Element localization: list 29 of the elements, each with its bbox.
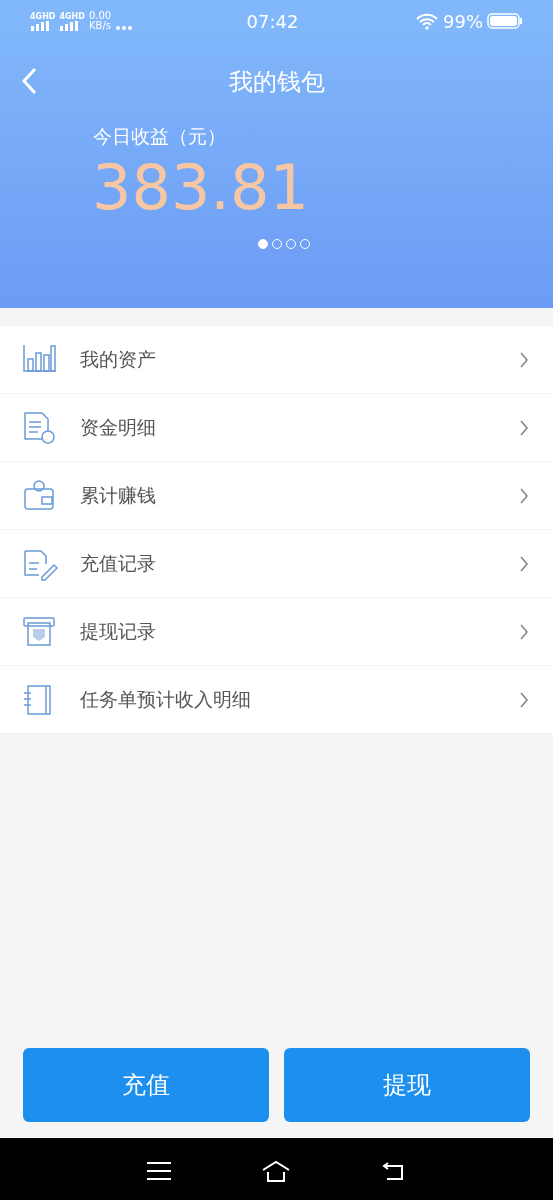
chevron-right-icon: [519, 350, 529, 369]
battery-icon: [487, 13, 523, 29]
earnings-amount: 383.81: [92, 150, 309, 224]
page-indicator[interactable]: [257, 238, 268, 249]
more-icon: [115, 25, 134, 31]
menu-item[interactable]: 资金明细: [0, 394, 553, 462]
network-label: 4GHD: [59, 13, 85, 21]
document-icon: [22, 410, 58, 445]
chevron-right-icon: [519, 418, 529, 437]
menu-item[interactable]: 任务单预计收入明细: [0, 666, 553, 734]
menu-item[interactable]: 累计赚钱: [0, 462, 553, 530]
speed-unit: KB/s: [88, 21, 112, 31]
battery-level: 99%: [443, 9, 483, 34]
chevron-right-icon: [519, 554, 529, 573]
chevron-right-icon: [519, 486, 529, 505]
chevron-right-icon: [519, 690, 529, 709]
chevron-right-icon: [519, 622, 529, 641]
signal-icon: [30, 21, 50, 31]
page-title: 我的钱包: [228, 67, 325, 98]
cash-machine-icon: [22, 614, 58, 649]
menu-item[interactable]: 提现记录: [0, 598, 553, 666]
earnings-label: 今日收益（元）: [93, 124, 227, 149]
signal-icon: [59, 21, 80, 31]
menu-item[interactable]: 我的资产: [0, 326, 553, 394]
network-speed: 0.00: [88, 11, 112, 21]
network-label: 4GHD: [30, 13, 56, 21]
status-time: 07:42: [245, 9, 300, 34]
menu-item[interactable]: 充值记录: [0, 530, 553, 598]
wifi-icon: [415, 12, 439, 30]
